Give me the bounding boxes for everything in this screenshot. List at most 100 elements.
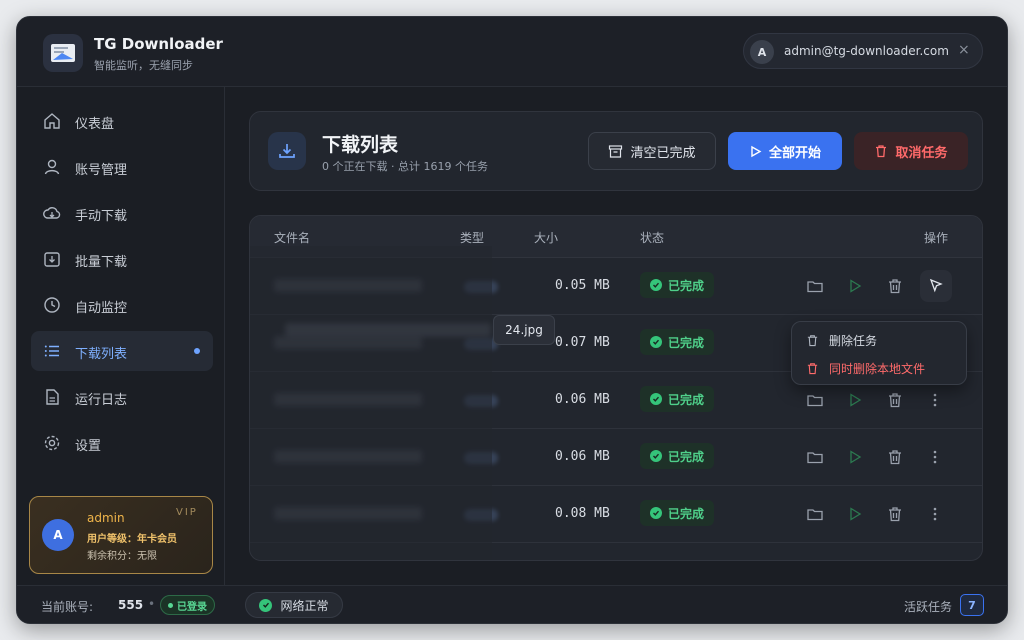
trash-icon[interactable] [886,448,904,466]
list-icon [44,345,59,357]
sidebar-item-download-list[interactable]: 下载列表 [31,331,213,371]
column-header-status[interactable]: 状态 [640,229,664,246]
download-table: 文件名 类型 大小 状态 操作 0.05 MB 已完成 0.07 MB 已完成 … [249,215,983,561]
check-circle-icon [259,598,273,612]
trash-icon [807,362,818,374]
download-icon [268,132,306,170]
check-icon [650,450,662,462]
folder-icon[interactable] [806,277,824,295]
active-tasks-count: 7 [960,594,984,616]
vip-points: 剩余积分：无限 [87,551,157,562]
active-indicator [194,348,200,354]
more-actions-button-active[interactable] [920,270,952,302]
sidebar-item-manual-download[interactable]: 手动下载 [31,193,213,233]
logged-in-badge: 已登录 [160,595,215,615]
status-text: 已完成 [668,506,705,521]
play-icon [751,145,762,157]
status-badge: 已完成 [640,386,715,412]
status-badge: 已完成 [640,443,715,469]
logged-in-text: 已登录 [177,601,207,613]
cloud-download-icon [43,207,61,219]
sidebar-item-logs[interactable]: 运行日志 [31,377,213,417]
file-size: 0.05 MB [555,278,610,293]
network-status: 网络正常 [245,592,343,618]
column-header-size[interactable]: 大小 [534,229,558,246]
sidebar-item-dashboard[interactable]: 仪表盘 [31,101,213,141]
main-content: 下载列表 0 个正在下载 · 总计 1619 个任务 清空已完成 全部开始 取消… [225,87,1007,585]
menu-item-delete-task[interactable]: 删除任务 [806,330,877,350]
file-size: 0.07 MB [555,335,610,350]
more-vertical-icon[interactable] [926,448,944,466]
sidebar-item-batch-download[interactable]: 批量下载 [31,239,213,279]
avatar: A [42,519,74,551]
vip-username: admin [87,511,125,525]
menu-item-delete-with-file[interactable]: 同时删除本地文件 [806,358,925,378]
trash-icon[interactable] [886,277,904,295]
file-size: 0.08 MB [555,506,610,521]
sidebar-item-settings[interactable]: 设置 [31,423,213,463]
vip-card[interactable]: A admin VIP 用户等级：年卡会员 剩余积分：无限 [29,496,213,574]
sidebar-item-label: 手动下载 [75,209,128,224]
check-icon [650,393,662,405]
cursor-icon [929,278,943,293]
app-subtitle: 智能监听，无缝同步 [94,59,193,72]
trash-icon[interactable] [886,391,904,409]
folder-icon[interactable] [806,505,824,523]
status-bar: 当前账号: 555 • 已登录 网络正常 活跃任务 7 [17,585,1007,623]
privacy-blur-overlay [250,246,492,560]
start-all-button[interactable]: 全部开始 [728,132,842,170]
status-badge: 已完成 [640,272,715,298]
sidebar-item-label: 设置 [75,439,102,454]
status-text: 已完成 [668,278,705,293]
app-title: TG Downloader [94,35,223,53]
more-vertical-icon[interactable] [926,391,944,409]
sidebar: 仪表盘 账号管理 手动下载 批量下载 自动监控 下载列表 运行日志 设置 A a… [17,87,225,585]
filename-tooltip: 24.jpg [493,315,555,345]
tooltip-blurred-path [285,323,491,337]
sidebar-item-auto-monitor[interactable]: 自动监控 [31,285,213,325]
more-vertical-icon[interactable] [926,505,944,523]
current-account-value: 555 [118,598,144,612]
header: TG Downloader 智能监听，无缝同步 A admin@tg-downl… [17,17,1007,87]
column-header-actions: 操作 [924,231,949,245]
current-account-label: 当前账号: [41,600,94,614]
clear-completed-button[interactable]: 清空已完成 [588,132,716,170]
gear-icon [44,435,60,451]
sidebar-item-accounts[interactable]: 账号管理 [31,147,213,187]
sidebar-item-label: 运行日志 [75,393,128,408]
trash-icon[interactable] [886,505,904,523]
cancel-task-label: 取消任务 [895,145,948,161]
folder-icon[interactable] [806,391,824,409]
play-icon[interactable] [846,391,864,409]
user-email: admin@tg-downloader.com [784,44,949,58]
cancel-task-button[interactable]: 取消任务 [854,132,968,170]
check-icon [650,507,662,519]
batch-download-icon [44,252,60,267]
page-subtitle: 0 个正在下载 · 总计 1619 个任务 [322,160,488,173]
user-account-pill[interactable]: A admin@tg-downloader.com × [743,33,983,69]
app-logo-icon [43,34,83,72]
row-context-menu: 删除任务 同时删除本地文件 [791,321,967,385]
status-text: 已完成 [668,392,705,407]
file-size: 0.06 MB [555,392,610,407]
menu-item-label: 删除任务 [829,333,878,348]
close-icon[interactable]: × [958,42,970,58]
clear-completed-label: 清空已完成 [630,145,696,161]
trash-icon [807,334,818,346]
user-icon [44,159,60,175]
user-avatar: A [750,40,774,64]
active-tasks-label: 活跃任务 [904,600,953,614]
column-header-name[interactable]: 文件名 [274,229,310,246]
file-icon [46,389,59,405]
check-icon [650,279,662,291]
folder-icon[interactable] [806,448,824,466]
app-window: TG Downloader 智能监听，无缝同步 A admin@tg-downl… [16,16,1008,624]
menu-item-label: 同时删除本地文件 [829,361,926,376]
column-header-type[interactable]: 类型 [460,229,484,246]
play-icon[interactable] [846,277,864,295]
network-status-text: 网络正常 [280,598,329,613]
play-icon[interactable] [846,505,864,523]
clock-icon [44,297,60,313]
play-icon[interactable] [846,448,864,466]
sidebar-item-label: 下载列表 [75,347,128,362]
